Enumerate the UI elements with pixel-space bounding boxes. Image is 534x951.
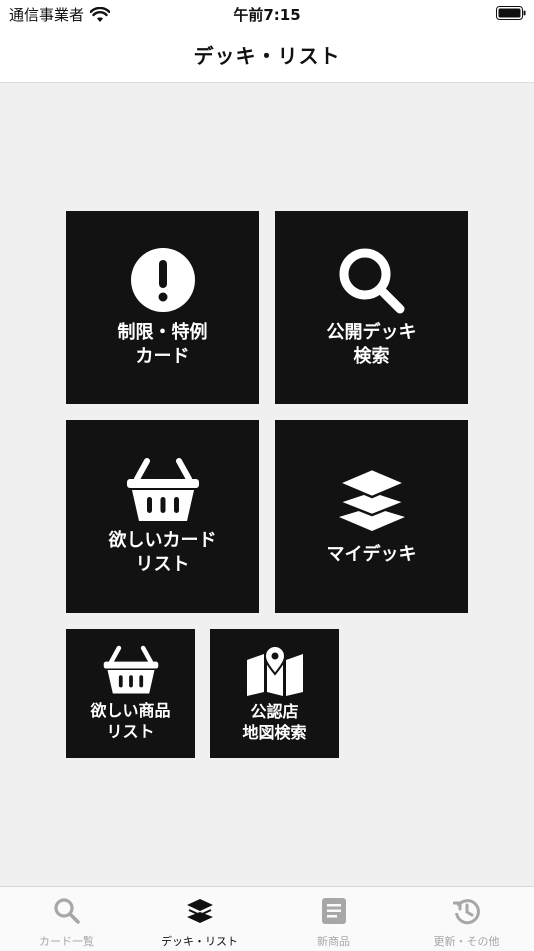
tab-card-list-label: カード一覧 [39,935,94,948]
tab-updates-other-label: 更新・その他 [433,935,500,948]
tab-new-products[interactable]: 新商品 [267,887,400,951]
map-icon [246,644,303,696]
wish-product-list-tile[interactable]: 欲しい商品 リスト [66,629,195,758]
restricted-cards-tile[interactable]: 制限・特例 カード [66,211,259,404]
exclamation-icon [130,248,195,313]
search-icon [53,898,80,924]
search-icon [339,248,404,314]
navigation-bar: デッキ・リスト [0,28,534,83]
official-store-map-tile[interactable]: 公認店 地図検索 [210,629,339,758]
tab-new-products-label: 新商品 [317,935,350,948]
my-deck-label: マイデッキ [326,543,417,565]
status-time: 午前7:15 [233,6,301,24]
tab-bar: カード一覧 デッキ・リスト 新商品 更新・その他 [0,886,534,951]
basket-icon [126,458,199,522]
wish-card-list-tile[interactable]: 欲しいカード リスト [66,420,259,613]
history-icon [452,899,480,925]
battery-icon [496,6,526,20]
basket-icon [103,645,158,694]
my-deck-tile[interactable]: マイデッキ [275,420,468,613]
tab-updates-other[interactable]: 更新・その他 [400,887,533,951]
layers-icon [186,899,213,923]
public-deck-search-label: 公開デッキ 検索 [326,322,417,367]
tab-deck-list[interactable]: デッキ・リスト [133,887,266,951]
official-store-map-label: 公認店 地図検索 [242,701,307,742]
wish-product-list-label: 欲しい商品 リスト [90,700,171,741]
wish-card-list-label: 欲しいカード リスト [108,530,217,575]
tab-deck-list-label: デッキ・リスト [161,935,238,948]
tab-card-list[interactable]: カード一覧 [0,887,133,951]
document-icon [321,898,346,924]
status-bar: 通信事業者 午前7:15 [0,0,534,28]
layers-icon [336,467,407,531]
page-title: デッキ・リスト [193,44,341,68]
restricted-cards-label: 制限・特例 カード [117,322,208,367]
public-deck-search-tile[interactable]: 公開デッキ 検索 [275,211,468,404]
